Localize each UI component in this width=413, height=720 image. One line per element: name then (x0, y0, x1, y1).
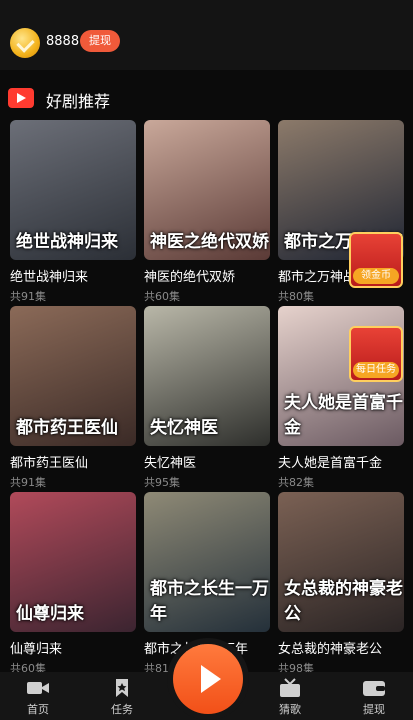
drama-title: 女总裁的神豪老公 (278, 642, 383, 657)
gold-coin-icon (10, 28, 40, 58)
center-play-button[interactable] (173, 644, 243, 714)
claim-coins-label: 领金币 (353, 268, 399, 284)
poster-title: 仙尊归来 (16, 604, 84, 624)
poster-title: 都市之长生一万年 (150, 579, 269, 624)
tab-tasks-label: 任务 (111, 703, 133, 716)
drama-poster[interactable]: 失忆神医 (144, 306, 270, 446)
tab-home-label: 首页 (27, 703, 49, 716)
drama-poster[interactable]: 女总裁的神豪老公 (278, 492, 404, 632)
poster-title: 失忆神医 (150, 418, 218, 438)
video-play-icon (8, 88, 34, 108)
drama-title: 仙尊归来 (10, 642, 63, 657)
poster-title: 绝世战神归来 (16, 232, 118, 252)
drama-card[interactable]: 女总裁的神豪老公 女总裁的神豪老公 共98集 (278, 492, 404, 676)
poster-title: 都市药王医仙 (16, 418, 118, 438)
daily-task-button[interactable]: 每日任务 (349, 326, 403, 382)
drama-title: 失忆神医 (144, 456, 197, 471)
episode-count: 共60集 (144, 290, 180, 303)
episode-count: 共91集 (10, 476, 46, 489)
episode-count: 共80集 (278, 290, 314, 303)
poster-title: 夫人她是首富千金 (284, 393, 403, 438)
tab-withdraw[interactable]: 提现 (344, 676, 404, 720)
drama-card[interactable]: 神医之绝代双娇 神医的绝代双娇 共60集 (144, 120, 270, 304)
drama-card[interactable]: 都市药王医仙 都市药王医仙 共91集 (10, 306, 136, 490)
poster-title: 神医之绝代双娇 (150, 232, 269, 252)
coin-balance: 8888 (46, 34, 80, 49)
bookmark-icon (110, 678, 134, 698)
section-header: 好剧推荐 (0, 80, 413, 114)
drama-card[interactable]: 绝世战神归来 绝世战神归来 共91集 (10, 120, 136, 304)
tab-withdraw-label: 提现 (363, 703, 385, 716)
drama-poster[interactable]: 仙尊归来 (10, 492, 136, 632)
tab-tasks[interactable]: 任务 (92, 676, 152, 720)
drama-card[interactable]: 仙尊归来 仙尊归来 共60集 (10, 492, 136, 676)
tab-guess-song-label: 猜歌 (279, 703, 301, 716)
top-bar: 8888 提现 (0, 0, 413, 70)
claim-coins-button[interactable]: 领金币 (349, 232, 403, 288)
drama-card[interactable]: 失忆神医 失忆神医 共95集 (144, 306, 270, 490)
drama-title: 夫人她是首富千金 (278, 456, 383, 471)
poster-title: 女总裁的神豪老公 (284, 579, 403, 624)
tv-icon (278, 678, 302, 698)
daily-task-label: 每日任务 (353, 362, 399, 378)
drama-poster[interactable]: 都市之长生一万年 (144, 492, 270, 632)
episode-count: 共95集 (144, 476, 180, 489)
withdraw-button[interactable]: 提现 (80, 30, 120, 52)
drama-poster[interactable]: 神医之绝代双娇 (144, 120, 270, 260)
drama-title: 绝世战神归来 (10, 270, 89, 285)
drama-title: 都市药王医仙 (10, 456, 89, 471)
wallet-icon (362, 678, 386, 698)
tab-guess-song[interactable]: 猜歌 (260, 676, 320, 720)
tab-home[interactable]: 首页 (8, 676, 68, 720)
drama-poster[interactable]: 都市药王医仙 (10, 306, 136, 446)
episode-count: 共91集 (10, 290, 46, 303)
drama-title: 神医的绝代双娇 (144, 270, 236, 285)
drama-poster[interactable]: 绝世战神归来 (10, 120, 136, 260)
video-camera-icon (26, 678, 50, 698)
episode-count: 共82集 (278, 476, 314, 489)
section-title: 好剧推荐 (46, 92, 111, 111)
